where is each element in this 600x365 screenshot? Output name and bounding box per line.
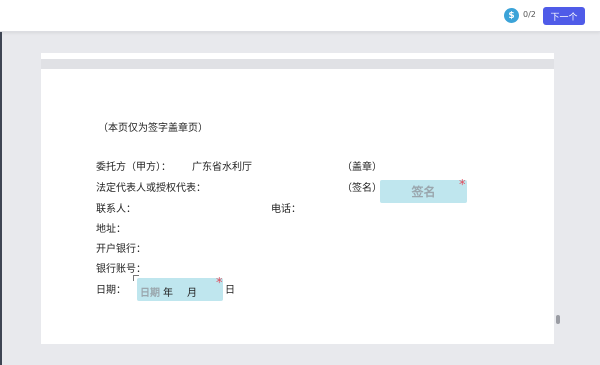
client-value: 广东省水利厅	[192, 162, 252, 173]
date-label: 日期：	[96, 285, 126, 296]
legal-rep-label: 法定代表人或授权代表：	[96, 183, 206, 194]
client-label: 委托方（甲方）：	[96, 162, 171, 173]
bank-label: 开户银行：	[96, 244, 146, 255]
signature-required-mark: *	[459, 178, 466, 193]
date-month-label: 月	[187, 288, 197, 299]
top-toolbar: $ 0/2 下一个	[0, 0, 600, 32]
phone-label: 电话：	[271, 204, 301, 215]
date-field[interactable]: 日期 年 月	[137, 278, 223, 301]
signature-icon[interactable]: $	[504, 8, 519, 23]
signature-field-placeholder: 签名	[411, 185, 436, 199]
resize-handle-icon[interactable]	[133, 275, 139, 281]
signature-count: 0/2	[523, 10, 536, 19]
sign-label: （签名）	[342, 183, 382, 194]
contact-label: 联系人：	[96, 204, 136, 215]
day-suffix: 日	[225, 285, 235, 296]
next-button[interactable]: 下一个	[543, 7, 585, 25]
left-edge-panel	[0, 32, 2, 365]
address-label: 地址：	[96, 224, 126, 235]
date-required-mark: *	[216, 276, 223, 291]
signature-field[interactable]: 签名	[380, 180, 467, 203]
signature-page-note: （本页仅为签字盖章页）	[98, 123, 208, 134]
scrollbar-thumb[interactable]	[556, 315, 560, 324]
seal-label: （盖章）	[342, 162, 382, 173]
date-year-label: 年	[163, 288, 173, 299]
page-gap	[41, 59, 554, 69]
date-field-placeholder: 日期	[140, 288, 160, 299]
